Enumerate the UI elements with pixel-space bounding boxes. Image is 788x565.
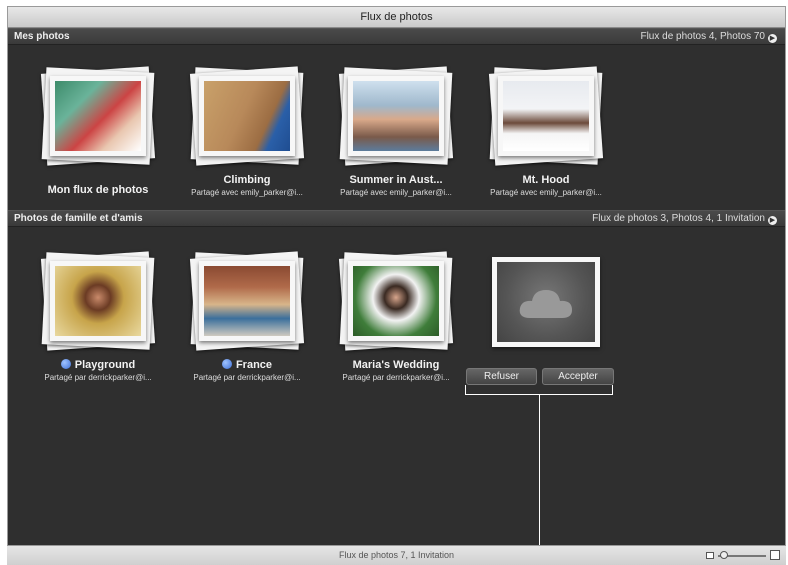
- album-title: Mt. Hood: [522, 174, 570, 186]
- photo-stream-window: Flux de photos Mes photos Flux de photos…: [7, 6, 786, 565]
- album-shared-by: Partagé par derrickparker@i...: [44, 373, 152, 382]
- zoom-slider[interactable]: [706, 550, 780, 562]
- section-title: Mes photos: [14, 31, 70, 42]
- album-shared-with: Partagé avec emily_parker@i...: [191, 188, 303, 197]
- section-summary[interactable]: Flux de photos 4, Photos 70 ▶: [640, 29, 777, 45]
- invitation-thumbnail: [497, 262, 595, 342]
- decline-invitation-button[interactable]: Refuser: [466, 368, 537, 385]
- status-bar: Flux de photos 7, 1 Invitation: [7, 545, 786, 565]
- album-marias-wedding[interactable]: Maria's Wedding Partagé par derrickparke…: [321, 251, 471, 382]
- album-title: Maria's Wedding: [352, 359, 440, 371]
- zoom-knob[interactable]: [720, 551, 728, 559]
- album-shared-by: Partagé par derrickparker@i...: [342, 373, 450, 382]
- small-thumbnail-icon: [706, 552, 714, 559]
- album-title: Climbing: [223, 174, 271, 186]
- new-content-badge: [221, 359, 232, 369]
- large-thumbnail-icon: [770, 550, 780, 560]
- section-header-family-friends: Photos de famille et d'amis Flux de phot…: [8, 210, 785, 227]
- street-thumbnail: [204, 266, 290, 336]
- album-shared-with: Partagé avec emily_parker@i...: [490, 188, 602, 197]
- album-my-photo-stream[interactable]: Mon flux de photos: [23, 66, 173, 196]
- new-content-badge: [60, 359, 71, 369]
- album-title: Summer in Aust...: [349, 174, 443, 186]
- climbing-thumbnail: [204, 81, 290, 151]
- callout-line: [539, 395, 540, 565]
- cloud-icon: [519, 290, 572, 318]
- album-invitation[interactable]: [471, 255, 621, 347]
- arrow-right-icon[interactable]: ▶: [768, 216, 777, 225]
- bride-thumbnail: [353, 266, 439, 336]
- callout-bracket: [465, 385, 613, 395]
- album-title: Mon flux de photos: [47, 184, 149, 196]
- album-france[interactable]: France Partagé par derrickparker@i...: [172, 251, 322, 382]
- album-mt-hood[interactable]: Mt. Hood Partagé avec emily_parker@i...: [471, 66, 621, 197]
- album-shared-with: Partagé avec emily_parker@i...: [340, 188, 452, 197]
- photo-stream-thumbnail: [55, 81, 141, 151]
- section-title: Photos de famille et d'amis: [14, 213, 143, 224]
- album-title: France: [172, 359, 322, 371]
- arrow-right-icon[interactable]: ▶: [768, 34, 777, 43]
- album-playground[interactable]: Playground Partagé par derrickparker@i..…: [23, 251, 173, 382]
- couple-thumbnail: [353, 81, 439, 151]
- album-shared-by: Partagé par derrickparker@i...: [193, 373, 301, 382]
- album-title: Playground: [23, 359, 173, 371]
- album-summer[interactable]: Summer in Aust... Partagé avec emily_par…: [321, 66, 471, 197]
- sleigh-thumbnail: [503, 81, 589, 151]
- status-text: Flux de photos 7, 1 Invitation: [338, 550, 455, 560]
- accept-invitation-button[interactable]: Accepter: [542, 368, 614, 385]
- section-summary[interactable]: Flux de photos 3, Photos 4, 1 Invitation…: [592, 211, 777, 227]
- section-header-my-photos: Mes photos Flux de photos 4, Photos 70 ▶: [8, 28, 785, 45]
- child-thumbnail: [55, 266, 141, 336]
- album-climbing[interactable]: Climbing Partagé avec emily_parker@i...: [172, 66, 322, 197]
- window-title: Flux de photos: [8, 7, 785, 28]
